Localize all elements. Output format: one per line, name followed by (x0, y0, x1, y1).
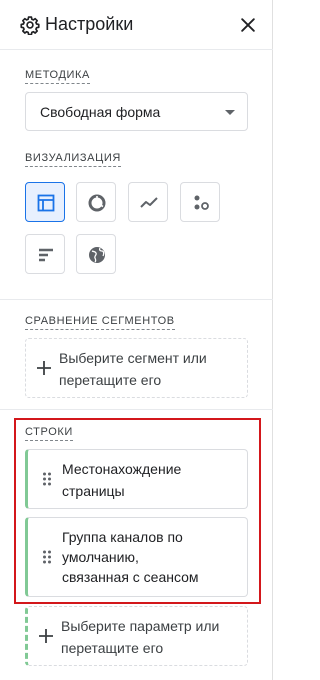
globe-icon (89, 247, 105, 263)
line-chart-icon (140, 197, 158, 208)
methodology-label: МЕТОДИКА (25, 68, 90, 84)
row-chip-line2: страницы (62, 483, 125, 499)
segments-label: СРАВНЕНИЕ СЕГМЕНТОВ (25, 314, 175, 330)
drag-handle-icon[interactable] (42, 471, 52, 487)
gear-icon (20, 16, 40, 35)
drag-handle-icon[interactable] (42, 549, 52, 565)
table-icon (37, 194, 55, 212)
section-divider (0, 409, 273, 410)
caret-down-icon (225, 110, 235, 115)
row-chip-line1: Группа каналов по (62, 529, 183, 545)
bar-chart-icon (39, 248, 53, 262)
viz-geo-button[interactable] (76, 234, 116, 274)
methodology-selected-value: Свободная форма (40, 104, 161, 120)
donut-chart-icon (88, 194, 106, 212)
methodology-select[interactable]: Свободная форма (25, 92, 248, 131)
plus-icon (37, 361, 51, 375)
viz-bar-button[interactable] (25, 234, 65, 274)
viz-scatter-button[interactable] (180, 182, 220, 222)
panel-header: Настройки (0, 0, 273, 50)
row-placeholder-line2: перетащите его (61, 640, 164, 656)
row-chip-line1: Местонахождение (62, 461, 182, 477)
row-chip-page-location[interactable]: Местонахождение страницы (25, 449, 248, 509)
rows-label: СТРОКИ (25, 425, 73, 441)
row-placeholder-line1: Выберите параметр или (61, 618, 220, 634)
row-chip-line2: умолчанию, (62, 549, 139, 565)
visualization-label: ВИЗУАЛИЗАЦИЯ (25, 151, 121, 167)
panel-title: Настройки (45, 14, 134, 34)
viz-table-button[interactable] (25, 182, 65, 222)
section-divider (0, 299, 273, 300)
segment-placeholder-line2: перетащите его (59, 372, 162, 388)
segment-placeholder-line1: Выберите сегмент или (59, 350, 207, 366)
viz-donut-button[interactable] (76, 182, 116, 222)
row-chip-line3: связанная с сеансом (62, 569, 199, 585)
scatter-icon (194, 195, 209, 210)
segment-dropzone[interactable]: Выберите сегмент или перетащите его (25, 338, 248, 398)
plus-icon (39, 629, 53, 643)
row-dimension-dropzone[interactable]: Выберите параметр или перетащите его (25, 606, 248, 666)
viz-line-button[interactable] (128, 182, 168, 222)
close-icon[interactable] (238, 15, 258, 35)
settings-panel: Настройки МЕТОДИКА Свободная форма ВИЗУА… (0, 0, 273, 680)
row-chip-session-channel-group[interactable]: Группа каналов по умолчанию, связанная с… (25, 517, 248, 597)
